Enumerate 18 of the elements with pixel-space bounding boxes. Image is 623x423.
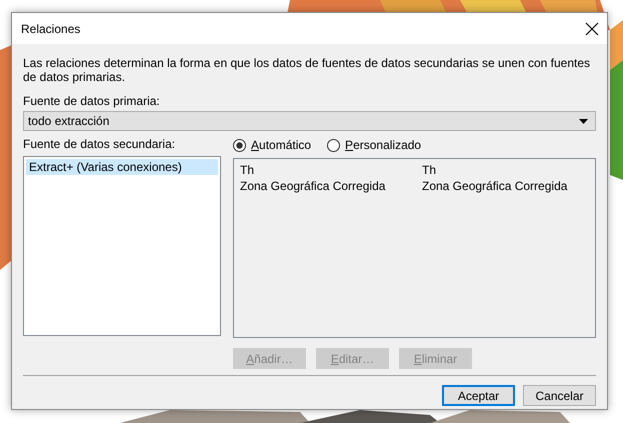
dialog-button[interactable]: Aceptar bbox=[442, 385, 515, 406]
window-title: Relaciones bbox=[21, 22, 80, 36]
field-name: Zona Geográfica Corregida bbox=[240, 179, 386, 195]
radio-button[interactable] bbox=[327, 138, 340, 152]
caret-icon bbox=[579, 118, 588, 124]
radio-button[interactable] bbox=[233, 138, 246, 152]
radio-label[interactable]: Personalizado bbox=[345, 138, 422, 152]
radio-label[interactable]: Automático bbox=[251, 138, 312, 152]
field-name: Zona Geográfica Corregida bbox=[422, 179, 568, 195]
field-label: Fuente de datos secundaria: bbox=[23, 137, 176, 151]
dialog-button[interactable]: Cancelar bbox=[523, 385, 596, 406]
primary-source-dropdown[interactable]: todo extracción bbox=[23, 111, 596, 131]
list-item[interactable]: Extract+ (Varias conexiones) bbox=[26, 159, 218, 175]
field-label: Fuente de datos primaria: bbox=[23, 94, 161, 108]
description-text: Las relaciones determinan la forma en que los datos de fuentes de datos secundarias se unen con fuentes de datos primarias. bbox=[23, 56, 592, 84]
field-name: Th bbox=[422, 163, 438, 179]
close-icon[interactable] bbox=[585, 22, 599, 36]
field-name: Th bbox=[240, 163, 256, 179]
